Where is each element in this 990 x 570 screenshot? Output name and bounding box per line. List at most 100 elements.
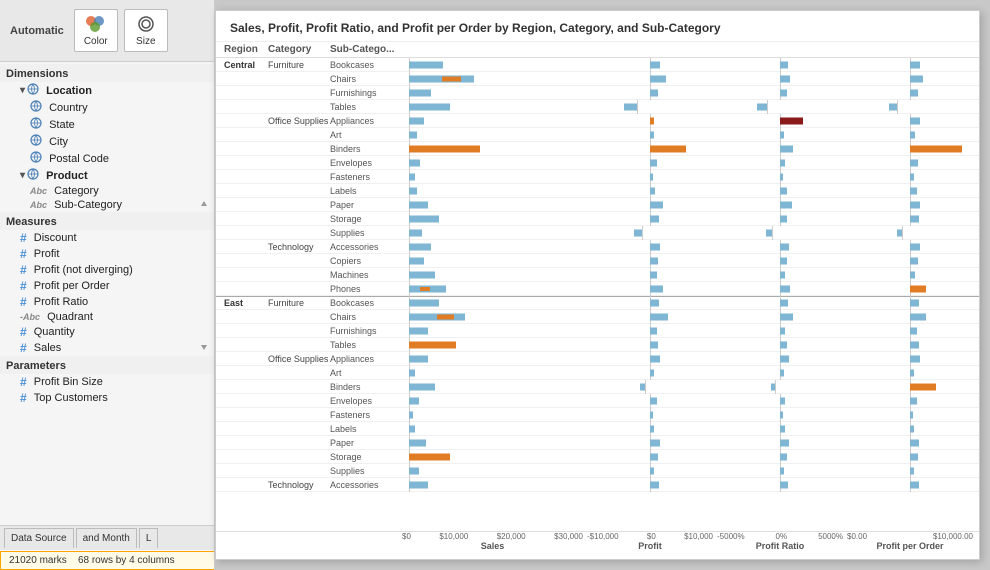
- top-customers-label: Top Customers: [34, 392, 108, 404]
- discount-item[interactable]: # Discount: [0, 230, 214, 246]
- bar-cell: [585, 212, 715, 226]
- bar-cell: [400, 240, 585, 254]
- profit-not-diverging-item[interactable]: # Profit (not diverging): [0, 262, 214, 278]
- subcategory-cell: Storage: [330, 452, 400, 462]
- color-button[interactable]: Color: [74, 9, 118, 52]
- bar-cell: [715, 268, 845, 282]
- subcategory-cell: Art: [330, 130, 400, 140]
- table-row: Tables: [216, 100, 979, 114]
- hash-icon-ppo: #: [20, 279, 27, 293]
- sales-item[interactable]: # Sales: [0, 340, 214, 356]
- city-item[interactable]: City: [0, 133, 214, 150]
- top-customers-item[interactable]: # Top Customers: [0, 390, 214, 406]
- bar-cell: [715, 310, 845, 324]
- size-button[interactable]: Size: [124, 9, 168, 52]
- bar-cell: [585, 254, 715, 268]
- chart-header-row: Region Category Sub-Catego...: [216, 42, 979, 58]
- l-tab[interactable]: L: [139, 528, 159, 548]
- country-item[interactable]: Country: [0, 99, 214, 116]
- product-label: Product: [46, 170, 88, 182]
- bar-cell: [845, 450, 975, 464]
- bar-cell: [585, 268, 715, 282]
- table-row: Furnishings: [216, 324, 979, 338]
- table-row: Art: [216, 366, 979, 380]
- table-row: CentralFurnitureBookcases: [216, 58, 979, 72]
- bar-cell: [845, 408, 975, 422]
- subcategory-cell: Accessories: [330, 480, 400, 490]
- bar-cell: [715, 142, 845, 156]
- bar-cell: [715, 184, 845, 198]
- bar-cell: [845, 366, 975, 380]
- bar-cell: [845, 114, 975, 128]
- bar-cell: [845, 72, 975, 86]
- profit-bin-size-item[interactable]: # Profit Bin Size: [0, 374, 214, 390]
- data-source-tab[interactable]: Data Source: [4, 528, 74, 548]
- bar-cell: [585, 86, 715, 100]
- bar-cell: [715, 394, 845, 408]
- table-row: Office SuppliesAppliances: [216, 114, 979, 128]
- bar-cell: [400, 114, 585, 128]
- bar-cell: [715, 422, 845, 436]
- profit-ratio-item[interactable]: # Profit Ratio: [0, 294, 214, 310]
- bar-cell: [585, 184, 715, 198]
- location-group-icon: [27, 83, 39, 98]
- bar-cell: [585, 380, 715, 394]
- hash-icon-pr: #: [20, 295, 27, 309]
- chart-axis: $0 $10,000 $20,000 $30,000 Sales -$10,00…: [216, 531, 979, 559]
- bar-cell: [400, 408, 585, 422]
- product-group[interactable]: ▾ Product: [0, 167, 214, 184]
- bar-cell: [585, 226, 715, 240]
- bar-cell: [400, 324, 585, 338]
- subcategory-cell: Envelopes: [330, 158, 400, 168]
- postalcode-item[interactable]: Postal Code: [0, 150, 214, 167]
- measures-header: Measures: [0, 212, 214, 230]
- bar-cell: [400, 254, 585, 268]
- subcategory-cell: Labels: [330, 186, 400, 196]
- axis-sales-title: Sales: [481, 541, 505, 551]
- profit-per-order-item[interactable]: # Profit per Order: [0, 278, 214, 294]
- table-row: Envelopes: [216, 156, 979, 170]
- axis-profit: -$10,000 $0 $10,000 Profit: [585, 532, 715, 559]
- subcategory-cell: Supplies: [330, 466, 400, 476]
- region-cell: Central: [216, 60, 268, 70]
- discount-label: Discount: [34, 232, 77, 244]
- bar-cell: [400, 366, 585, 380]
- postalcode-label: Postal Code: [49, 153, 109, 165]
- axis-profit-title: Profit: [638, 541, 662, 551]
- col-header-category: Category: [268, 44, 330, 55]
- bar-cell: [585, 100, 715, 114]
- table-row: Tables: [216, 338, 979, 352]
- quantity-item[interactable]: # Quantity: [0, 324, 214, 340]
- bar-cell: [845, 394, 975, 408]
- location-label: Location: [46, 85, 92, 97]
- profit-ratio-label: Profit Ratio: [34, 296, 88, 308]
- bar-cell: [845, 324, 975, 338]
- table-row: Supplies: [216, 226, 979, 240]
- table-row: Copiers: [216, 254, 979, 268]
- bar-cell: [845, 254, 975, 268]
- subcategory-cell: Appliances: [330, 354, 400, 364]
- bar-cell: [585, 114, 715, 128]
- state-item[interactable]: State: [0, 116, 214, 133]
- subcategory-cell: Tables: [330, 102, 400, 112]
- subcategory-item[interactable]: Abc Sub-Category: [0, 198, 214, 212]
- quadrant-item[interactable]: -Abc Quadrant: [0, 310, 214, 324]
- bar-cell: [715, 72, 845, 86]
- subcategory-cell: Paper: [330, 438, 400, 448]
- month-tab[interactable]: and Month: [76, 528, 137, 548]
- bar-cell: [845, 282, 975, 296]
- bar-cell: [715, 366, 845, 380]
- profit-item[interactable]: # Profit: [0, 246, 214, 262]
- dimensions-header: Dimensions: [0, 64, 214, 82]
- category-item[interactable]: Abc Category: [0, 184, 214, 198]
- category-cell: Office Supplies: [268, 354, 330, 364]
- location-group[interactable]: ▾ Location: [0, 82, 214, 99]
- axis-sales-labels: $0 $10,000 $20,000 $30,000: [400, 532, 585, 541]
- bar-cell: [400, 226, 585, 240]
- subcategory-cell: Fasteners: [330, 410, 400, 420]
- table-row: Storage: [216, 450, 979, 464]
- bar-cell: [715, 86, 845, 100]
- col-header-profit: [585, 44, 715, 55]
- bar-cell: [585, 58, 715, 72]
- subcategory-cell: Machines: [330, 270, 400, 280]
